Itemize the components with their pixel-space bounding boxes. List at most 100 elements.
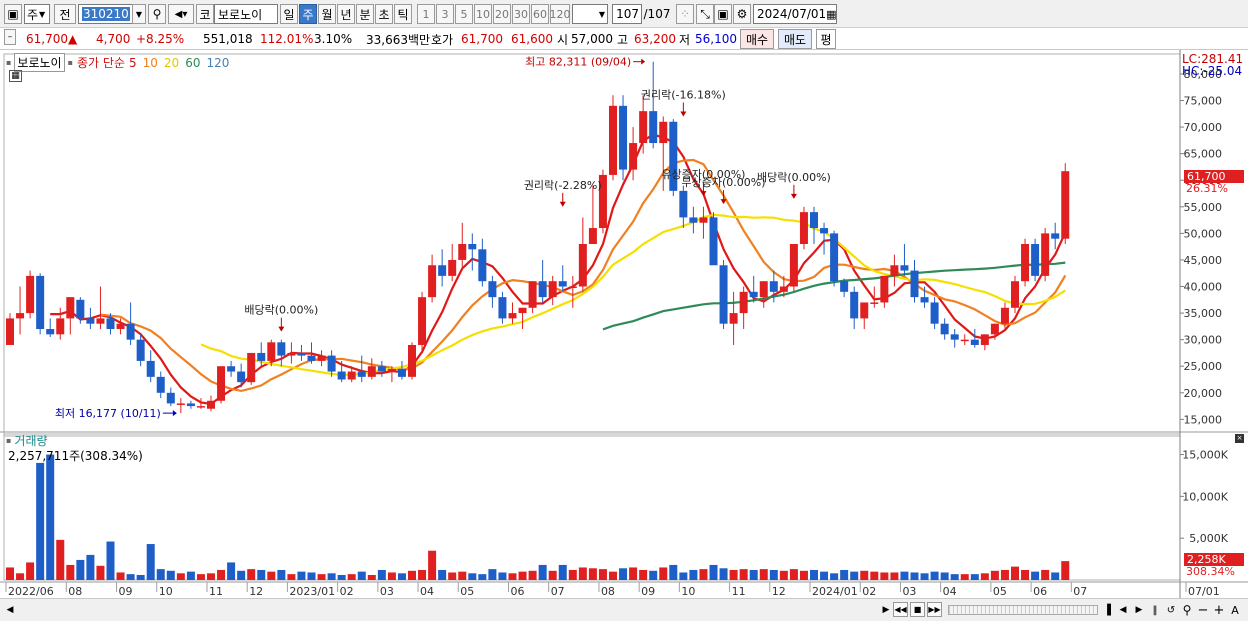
candle-body xyxy=(940,323,949,335)
stock-name-field[interactable]: 보로노이 xyxy=(214,4,278,24)
tab-year[interactable]: 년 xyxy=(337,4,355,24)
time-tick-label: 06 xyxy=(511,585,525,598)
tab-week[interactable]: 주 xyxy=(299,4,317,24)
calculator-icon[interactable]: ▦ xyxy=(9,70,22,82)
zoom-in-icon[interactable]: + xyxy=(1212,603,1226,618)
close-icon[interactable]: × xyxy=(1235,434,1244,443)
interval-3[interactable]: 3 xyxy=(436,4,454,24)
grid-icon[interactable]: ⁘ xyxy=(676,4,694,24)
zoom-out-icon[interactable]: − xyxy=(1196,603,1210,618)
arrow-left-icon[interactable]: ◀ xyxy=(1116,603,1130,617)
reset-icon[interactable]: ↺ xyxy=(1164,603,1178,617)
interval-120[interactable]: 120 xyxy=(550,4,571,24)
candle-body xyxy=(237,371,246,383)
scroll-left-icon[interactable]: ◀ xyxy=(4,603,16,617)
candle-body xyxy=(759,281,768,298)
speaker-icon[interactable]: ◀▾ xyxy=(168,4,194,24)
candle-body xyxy=(186,403,195,407)
eval-button[interactable]: 평 xyxy=(816,29,836,49)
interval-10[interactable]: 10 xyxy=(474,4,492,24)
arrow-right-icon[interactable]: ▶ xyxy=(1132,603,1146,617)
font-size-icon[interactable]: A xyxy=(1228,603,1242,617)
buy-button[interactable]: 매수 xyxy=(740,29,774,49)
first-page-icon[interactable]: ◀◀ xyxy=(893,602,908,617)
candle-body xyxy=(649,111,658,144)
count-input[interactable]: 107 xyxy=(612,4,642,24)
candle-body xyxy=(136,339,145,361)
save-icon[interactable]: ▣ xyxy=(714,4,732,24)
candle-body xyxy=(960,339,969,342)
legend-toggle-icon[interactable]: ▪ xyxy=(6,436,11,445)
legend-toggle-icon[interactable]: ▪ xyxy=(68,58,73,67)
code-dropdown-icon[interactable]: ▼ xyxy=(132,4,146,24)
trade-amount: 33,663백만 xyxy=(366,32,431,47)
legend-toggle-icon[interactable]: ▪ xyxy=(6,58,11,67)
volume-bar xyxy=(458,571,467,580)
zoom-search-icon[interactable]: ⚲ xyxy=(1180,603,1194,617)
market-type-select[interactable]: 주 ▼ xyxy=(24,4,50,24)
candle-body xyxy=(578,244,587,287)
time-tick-label: 2023/01 xyxy=(289,585,335,598)
collapse-icon[interactable]: – xyxy=(4,29,16,45)
price-tick-label: 70,000 xyxy=(1184,121,1223,134)
zoom-slider-handle[interactable]: ▐ xyxy=(1100,603,1114,617)
volume-bar xyxy=(900,571,909,580)
prev-button[interactable]: 전 xyxy=(54,4,76,24)
candle-body xyxy=(639,111,648,144)
tab-second[interactable]: 초 xyxy=(375,4,393,24)
volume-bar xyxy=(397,573,406,580)
candle-body xyxy=(749,291,758,298)
interval-custom-input[interactable]: ▼ xyxy=(572,4,608,24)
legend-ma60: 60 xyxy=(185,55,201,70)
last-price-pct: 26.31% xyxy=(1186,182,1228,195)
time-tick-label: 05 xyxy=(993,585,1007,598)
volume-bar xyxy=(739,569,748,580)
tab-minute[interactable]: 분 xyxy=(356,4,374,24)
candle-body xyxy=(840,281,849,292)
count-total: /107 xyxy=(643,7,671,21)
candle-body xyxy=(478,249,487,282)
last-page-icon[interactable]: ▶▶ xyxy=(927,602,942,617)
tab-month[interactable]: 월 xyxy=(318,4,336,24)
tab-day[interactable]: 일 xyxy=(280,4,298,24)
chevron-down-icon: ▼ xyxy=(598,9,605,19)
candle-body xyxy=(468,244,477,250)
price-tick-label: 20,000 xyxy=(1184,387,1223,400)
candle-body xyxy=(699,217,708,223)
bottom-toolbar: ◀ ▶ ◀◀ ■ ▶▶ ▐ ◀ ▶ ‖ ↺ ⚲ − + A xyxy=(0,598,1248,621)
price-chart[interactable]: 최고 82,311 (09/04) 최저 16,177 (10/11) 권리락(-1… xyxy=(0,50,1248,598)
candle-body xyxy=(418,297,427,345)
interval-20[interactable]: 20 xyxy=(493,4,511,24)
candle-body xyxy=(26,275,35,314)
volume-bar xyxy=(498,572,507,580)
interval-5[interactable]: 5 xyxy=(455,4,473,24)
gear-icon[interactable]: ⚙ xyxy=(733,4,751,24)
window-icon[interactable]: ▣ xyxy=(4,4,22,24)
volume-bar xyxy=(448,572,457,580)
legend-ma120: 120 xyxy=(206,55,230,70)
candle-body xyxy=(719,265,728,324)
interval-1[interactable]: 1 xyxy=(417,4,435,24)
volume-bar xyxy=(26,562,35,580)
interval-30[interactable]: 30 xyxy=(512,4,530,24)
volume-bar xyxy=(1031,571,1040,580)
candle-body xyxy=(870,302,879,304)
pause-icon[interactable]: ‖ xyxy=(1148,603,1162,617)
date-input[interactable]: 2024/07/01 ▦ xyxy=(753,4,837,24)
candle-body xyxy=(779,286,788,292)
candle-body xyxy=(810,212,818,229)
zoom-slider[interactable] xyxy=(948,605,1098,615)
search-icon[interactable]: ⚲ xyxy=(148,4,166,24)
crosshair-icon[interactable]: ⤡ xyxy=(696,4,714,24)
time-tick-label: 07 xyxy=(551,585,565,598)
candle-body xyxy=(166,392,175,404)
volume-bar xyxy=(588,568,597,580)
tab-tick[interactable]: 틱 xyxy=(394,4,412,24)
volume-bar xyxy=(247,569,256,580)
sell-button[interactable]: 매도 xyxy=(778,29,812,49)
scroll-right-icon[interactable]: ▶ xyxy=(880,603,892,617)
volume-bar xyxy=(538,564,547,580)
candle-body xyxy=(76,299,85,319)
stop-icon[interactable]: ■ xyxy=(910,602,925,617)
interval-60[interactable]: 60 xyxy=(531,4,549,24)
